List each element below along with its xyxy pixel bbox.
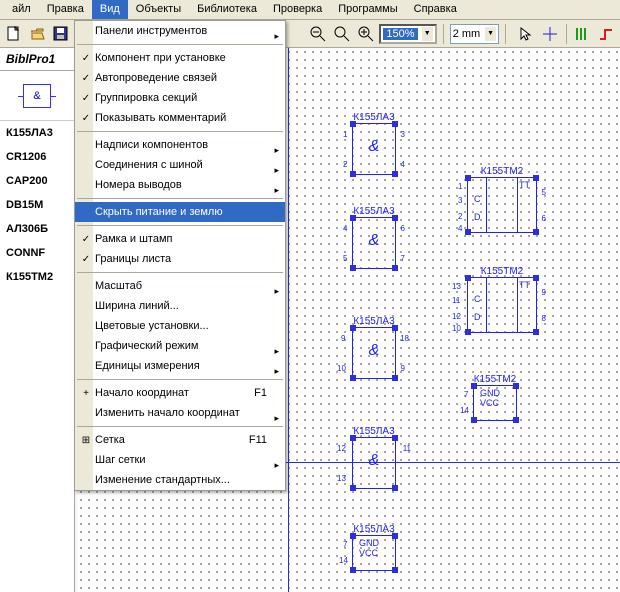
crosshair-plus-icon: + [77,388,95,399]
menu-item-group-sections[interactable]: ✓Группировка секций [75,88,285,108]
gate-symbol: & [353,124,395,156]
menu-item-show-comments[interactable]: ✓Показывать комментарий [75,108,285,128]
component-la3-2[interactable]: К155ЛА3 & 45 67 [352,206,396,269]
menu-item-sheet-borders[interactable]: ✓Границы листа [75,249,285,269]
menu-item-change-std[interactable]: Изменение стандартных... [75,470,285,490]
component-la3-pwr[interactable]: К155ЛА3 GND VCC 714 [352,524,396,571]
new-icon[interactable] [4,24,24,44]
part-item[interactable]: К155ТМ2 [0,265,74,289]
part-item[interactable]: DB15M [0,193,74,217]
menu-item-bus-conn[interactable]: Соединения с шиной [75,155,285,175]
tt-label: ТТ [519,180,530,190]
bus-icon[interactable] [573,24,593,44]
menu-item-comp-labels[interactable]: Надписи компонентов [75,135,285,155]
part-item[interactable]: CONNF [0,241,74,265]
menu-library[interactable]: Библиотека [189,0,265,19]
pin-gnd: GND [353,538,395,548]
menu-check[interactable]: Проверка [265,0,330,19]
tt-label: ТТ [519,280,530,290]
part-item[interactable]: CAP200 [0,169,74,193]
component-label: К155ЛА3 [352,426,396,437]
menu-edit[interactable]: Правка [39,0,92,19]
gate-symbol: & [353,438,395,470]
c-label: C [474,294,481,304]
component-la3-4[interactable]: К155ЛА3 & 1213 11 [352,426,396,489]
component-la3-3[interactable]: К155ЛА3 & 910 189 [352,316,396,379]
d-label: D [474,212,481,222]
menu-programs[interactable]: Программы [330,0,405,19]
toolbar-separator [566,24,567,44]
sidebar: BiblPro1 & К155ЛА3 CR1206 CAP200 DB15M А… [0,48,75,592]
component-tm2-2[interactable]: К155ТМ2 ТТ C D 1311 1210 98 [467,266,537,333]
c-label: C [474,194,481,204]
zoom-in-icon[interactable] [356,24,376,44]
pin-vcc: VCC [353,548,395,558]
menu-item-hide-power[interactable]: Скрыть питание и землю [75,202,285,222]
grid-value: 2 mm [453,28,481,40]
component-label: К155ЛА3 [352,112,396,123]
page-border-v [288,48,289,592]
library-tab[interactable]: BiblPro1 [0,48,74,71]
view-dropdown-menu: Панели инструментов ✓Компонент при устан… [74,20,286,491]
d-label: D [474,312,481,322]
grid-combo[interactable]: 2 mm ▼ [450,24,499,44]
zoom-value: 150% [383,28,417,40]
part-list: К155ЛА3 CR1206 CAP200 DB15M АЛ306Б CONNF… [0,121,74,289]
menu-item-units[interactable]: Единицы измерения [75,356,285,376]
menu-item-comp-on-place[interactable]: ✓Компонент при установке [75,48,285,68]
wire-icon[interactable] [596,24,616,44]
menu-item-toolbars[interactable]: Панели инструментов [75,21,285,41]
component-label: К155ТМ2 [473,374,517,385]
cursor-icon[interactable] [516,24,536,44]
pin-gnd: GND [474,388,516,398]
menu-item-scale[interactable]: Масштаб [75,276,285,296]
menu-help[interactable]: Справка [406,0,465,19]
menu-item-color-setup[interactable]: Цветовые установки... [75,316,285,336]
zoom-combo[interactable]: 150% ▼ [379,24,436,44]
menu-file[interactable]: айл [4,0,39,19]
open-icon[interactable] [28,24,48,44]
menu-item-line-width[interactable]: Ширина линий... [75,296,285,316]
menu-item-origin[interactable]: +Начало координатF1 [75,383,285,403]
part-item[interactable]: К155ЛА3 [0,121,74,145]
menu-item-graphics-mode[interactable]: Графический режим [75,336,285,356]
menu-item-frame-stamp[interactable]: ✓Рамка и штамп [75,229,285,249]
part-item[interactable]: АЛ306Б [0,217,74,241]
component-label: К155ТМ2 [467,266,537,277]
menu-item-grid[interactable]: ⊞СеткаF11 [75,430,285,450]
preview-symbol: & [23,84,51,108]
menu-item-pin-numbers[interactable]: Номера выводов [75,175,285,195]
dropdown-arrow-icon: ▼ [485,27,496,41]
part-item[interactable]: CR1206 [0,145,74,169]
component-label: К155ЛА3 [352,524,396,535]
grid-icon: ⊞ [77,435,95,446]
menu-item-auto-route[interactable]: ✓Автопроведение связей [75,68,285,88]
zoom-out-icon[interactable] [308,24,328,44]
component-preview: & [0,71,74,121]
zoom-100-icon[interactable] [332,24,352,44]
menu-view[interactable]: Вид [92,0,128,19]
menu-item-change-origin[interactable]: Изменить начало координат [75,403,285,423]
dropdown-arrow-icon: ▼ [422,27,433,41]
gate-symbol: & [353,218,395,250]
component-label: К155ЛА3 [352,316,396,327]
menu-objects[interactable]: Объекты [128,0,189,19]
toolbar-separator [443,24,444,44]
toolbar-separator [505,24,506,44]
component-label: К155ЛА3 [352,206,396,217]
pin-vcc: VCC [474,398,516,408]
gate-symbol: & [353,328,395,360]
component-la3-1[interactable]: К155ЛА3 & 12 34 [352,112,396,175]
menu-bar: айл Правка Вид Объекты Библиотека Провер… [0,0,620,20]
crosshair-icon[interactable] [540,24,560,44]
component-label: К155ТМ2 [467,166,537,177]
menu-item-grid-step[interactable]: Шаг сетки [75,450,285,470]
component-tm2-pwr[interactable]: К155ТМ2 GND VCC 714 [473,374,517,421]
component-tm2-1[interactable]: К155ТМ2 ТТ C D 13 24 56 [467,166,537,233]
save-icon[interactable] [51,24,71,44]
